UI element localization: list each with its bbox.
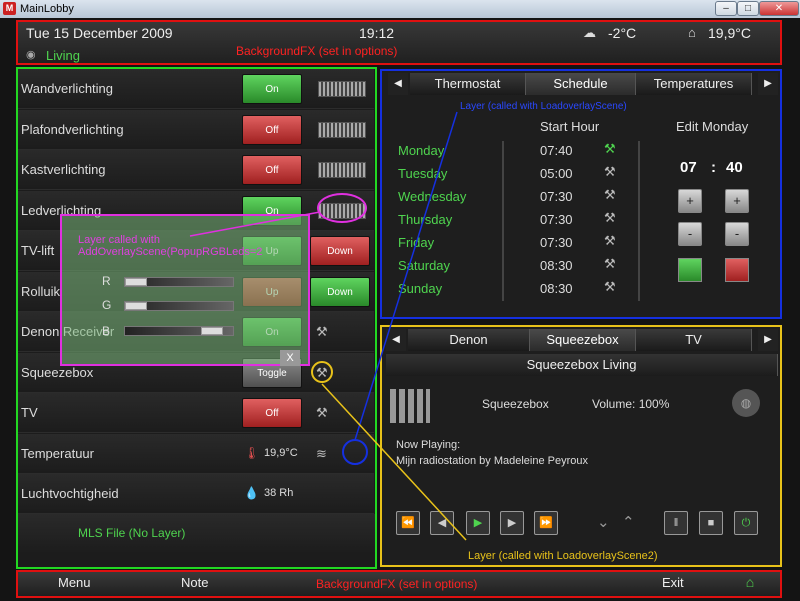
note-button[interactable]: Note <box>181 575 208 590</box>
bottom-bar: Menu Note BackgroundFX (set in options) … <box>16 570 782 598</box>
bgfx-annotation-bottom: BackgroundFX (set in options) <box>316 577 478 591</box>
exit-button[interactable]: Exit <box>662 575 684 590</box>
menu-button[interactable]: Menu <box>58 575 91 590</box>
home-icon[interactable]: ⌂ <box>740 574 760 594</box>
annotation-lines <box>189 111 467 541</box>
